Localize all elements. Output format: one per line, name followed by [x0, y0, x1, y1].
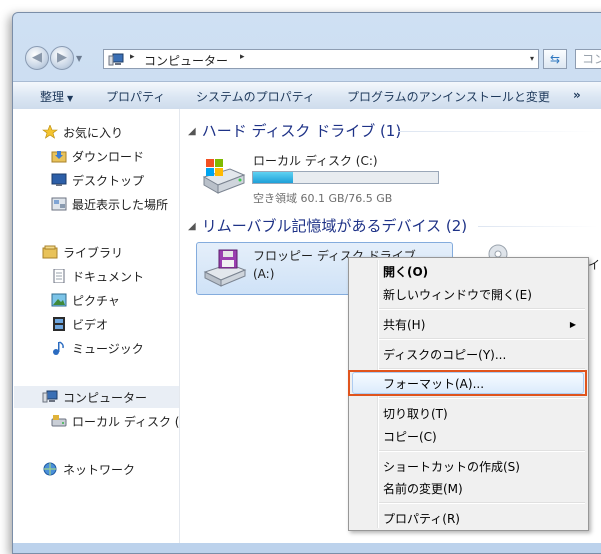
menu-item-open[interactable]: 開く(O) — [383, 263, 428, 280]
breadcrumb-separator[interactable]: ▸ — [130, 52, 135, 62]
sidebar-item-libraries[interactable]: ライブラリ — [42, 244, 123, 261]
menu-separator — [379, 450, 585, 452]
removable-group-header[interactable]: ◢ リムーバブル記憶域があるデバイス (2) — [188, 215, 467, 236]
more-commands-button[interactable]: » — [573, 88, 581, 102]
sidebar-item-label: コンピューター — [63, 391, 148, 405]
system-properties-button[interactable]: システムのプロパティ — [196, 88, 315, 105]
drive-name: ローカル ディスク (C:) — [253, 154, 378, 168]
sidebar-item-music[interactable]: ミュージック — [51, 340, 144, 357]
sidebar-item-network[interactable]: ネットワーク — [42, 461, 135, 478]
refresh-icon: ⇆ — [549, 52, 561, 66]
sidebar-item-label: お気に入り — [63, 126, 124, 140]
menu-item-rename[interactable]: 名前の変更(M) — [383, 480, 463, 497]
menu-separator — [379, 397, 585, 399]
recent-places-icon — [51, 197, 67, 211]
group-divider — [478, 226, 598, 227]
hard-disk-group-header[interactable]: ◢ ハード ディスク ドライブ (1) — [188, 120, 401, 141]
format-highlight-outline — [348, 370, 587, 396]
collapse-chevron-icon: ◢ — [188, 126, 196, 137]
menu-item-open-new-window[interactable]: 新しいウィンドウで開く(E) — [383, 286, 532, 303]
drive-usage-fill — [253, 172, 293, 183]
menu-separator — [379, 308, 585, 310]
network-icon — [43, 462, 57, 476]
forward-button[interactable]: ▶ — [50, 46, 74, 70]
group-divider — [398, 131, 598, 132]
library-icon — [42, 245, 58, 259]
pictures-icon — [51, 293, 67, 307]
sidebar-item-label: ライブラリ — [63, 246, 124, 260]
search-input[interactable]: コンピュ — [575, 49, 601, 69]
navigation-pane: お気に入り ダウンロード デスクトップ 最近表示した場所 ライブラリ ドキュメン… — [13, 109, 180, 543]
star-icon — [42, 125, 58, 139]
organize-label: 整理 — [40, 90, 65, 104]
sidebar-item-favorites[interactable]: お気に入り — [42, 124, 123, 141]
menu-item-properties[interactable]: プロパティ(R) — [383, 510, 460, 527]
menu-item-create-shortcut[interactable]: ショートカットの作成(S) — [383, 458, 520, 475]
back-arrow-icon: ◀ — [32, 50, 42, 65]
sidebar-item-videos[interactable]: ビデオ — [51, 316, 108, 333]
sidebar-item-label: ピクチャ — [72, 294, 120, 308]
downloads-folder-icon — [51, 151, 67, 163]
breadcrumb-separator[interactable]: ▸ — [240, 52, 245, 62]
submenu-arrow-icon: ▶ — [569, 320, 576, 329]
floppy-drive-icon — [203, 249, 247, 287]
organize-button[interactable]: 整理 ▼ — [40, 88, 73, 105]
uninstall-program-button[interactable]: プログラムのアンインストールと変更 — [347, 88, 550, 105]
music-icon — [53, 341, 64, 355]
recent-pages-dropdown-icon[interactable]: ▼ — [76, 54, 82, 63]
sidebar-item-label: デスクトップ — [72, 174, 145, 188]
sidebar-item-desktop[interactable]: デスクトップ — [51, 172, 144, 189]
computer-icon — [42, 390, 58, 403]
sidebar-item-label: ローカル ディスク ( — [72, 415, 180, 429]
sidebar-item-downloads[interactable]: ダウンロード — [51, 148, 144, 165]
menu-item-copy[interactable]: コピー(C) — [383, 428, 437, 445]
drive-usage-bar — [252, 171, 439, 184]
document-icon — [53, 269, 65, 283]
group-title: ハード ディスク ドライブ (1) — [201, 122, 402, 140]
menu-separator — [379, 502, 585, 504]
drive-letter: (A:) — [253, 267, 275, 281]
breadcrumb-computer[interactable]: コンピューター — [144, 52, 228, 69]
sidebar-item-label: ドキュメント — [72, 270, 145, 284]
sidebar-item-label: ダウンロード — [72, 150, 145, 164]
menu-item-share[interactable]: 共有(H) — [383, 316, 425, 333]
address-bar[interactable]: ▸ コンピューター ▸ ▾ — [103, 49, 539, 69]
hard-drive-icon — [202, 159, 246, 194]
drive-name: イブ — [588, 258, 601, 272]
menu-item-cut[interactable]: 切り取り(T) — [383, 405, 448, 422]
sidebar-item-recent-places[interactable]: 最近表示した場所 — [51, 196, 168, 213]
video-icon — [53, 317, 65, 331]
sidebar-item-pictures[interactable]: ピクチャ — [51, 292, 120, 309]
forward-arrow-icon: ▶ — [57, 50, 67, 65]
sidebar-item-label: ネットワーク — [63, 463, 136, 477]
sidebar-item-label: ビデオ — [72, 318, 109, 332]
group-title: リムーバブル記憶域があるデバイス (2) — [201, 217, 468, 235]
properties-button[interactable]: プロパティ — [106, 88, 165, 105]
sidebar-item-label: 最近表示した場所 — [72, 198, 169, 212]
sidebar-item-documents[interactable]: ドキュメント — [51, 268, 144, 285]
collapse-chevron-icon: ◢ — [188, 221, 196, 232]
hard-drive-icon — [51, 415, 67, 427]
refresh-button[interactable]: ⇆ — [543, 49, 567, 69]
back-button[interactable]: ◀ — [25, 46, 49, 70]
navigation-bar: ◀ ▶ ▼ ▸ コンピューター ▸ ▾ ⇆ コンピュ — [12, 44, 601, 78]
computer-icon — [108, 53, 124, 66]
drive-free-space: 空き領域 60.1 GB/76.5 GB — [253, 192, 393, 205]
sidebar-item-label: ミュージック — [72, 342, 144, 356]
desktop-icon — [51, 173, 67, 186]
command-bar: 整理 ▼ プロパティ システムのプロパティ プログラムのアンインストールと変更 » — [13, 81, 601, 110]
menu-item-disk-copy[interactable]: ディスクのコピー(Y)... — [383, 346, 506, 363]
chevron-down-icon: ▼ — [67, 94, 74, 103]
sidebar-item-computer[interactable]: コンピューター — [42, 389, 147, 406]
address-dropdown-icon[interactable]: ▾ — [530, 54, 534, 63]
sidebar-item-local-disk[interactable]: ローカル ディスク ( — [51, 413, 179, 430]
menu-separator — [379, 338, 585, 340]
